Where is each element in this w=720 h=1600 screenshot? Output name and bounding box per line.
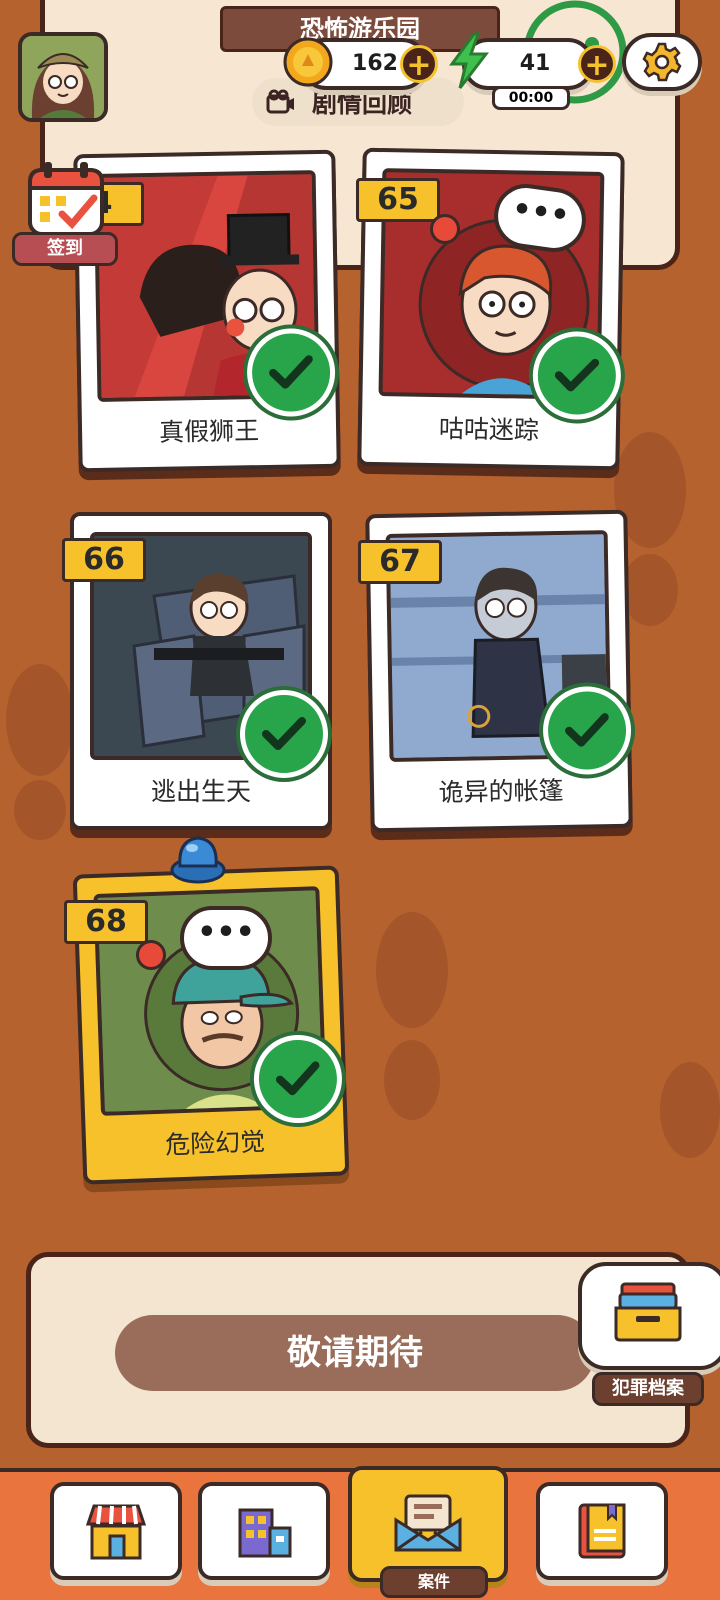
speech-bubble-text: ••• [509,191,572,234]
crime-archive-button[interactable] [578,1262,720,1370]
add-coins-button[interactable]: + [400,45,438,83]
avatar-girl-icon [22,36,104,118]
coin-value: 162 [352,51,398,76]
case-number-badge: 67 [358,540,442,584]
nav-city-button[interactable] [198,1482,330,1580]
completed-check-icon [532,330,622,421]
energy-timer: 00:00 [492,86,570,110]
camera-icon [266,89,294,114]
speech-bubble-text: ••• [197,915,255,950]
case-mail-icon [394,1494,462,1552]
crime-archive-label: 犯罪档案 [592,1372,704,1406]
case-number-badge: 68 [64,900,148,944]
case-title: 诡异的帐篷 [438,775,564,808]
footprint-decor [376,912,448,1120]
lightning-icon [449,32,490,89]
completed-check-icon [246,327,336,418]
pushpin-icon [170,836,226,884]
case-number: 67 [379,544,421,579]
calendar-check-icon [28,162,104,236]
case-number-badge: 66 [62,538,146,582]
nav-cases-label: 案件 [380,1566,488,1598]
book-icon [578,1503,626,1559]
completed-check-icon [252,1033,344,1125]
shop-icon [85,1504,147,1560]
case-title: 危险幻觉 [164,1127,266,1160]
case-number: 65 [377,182,419,217]
player-avatar[interactable] [18,32,108,122]
city-icon [238,1508,292,1558]
case-number: 68 [85,904,127,939]
gear-icon [642,42,682,82]
case-number-badge: 65 [356,178,440,222]
speech-bubble-icon: ••• [180,906,272,970]
notification-dot [136,940,166,970]
notification-dot [430,214,460,244]
case-number: 66 [83,542,125,577]
settings-button[interactable] [622,33,702,91]
nav-cases-button[interactable] [348,1466,508,1582]
completed-check-icon [240,690,328,778]
nav-shop-button[interactable] [50,1482,182,1580]
coin-icon [283,37,333,87]
checkin-label: 签到 [12,232,118,266]
footprint-decor [660,1062,720,1158]
nav-book-button[interactable] [536,1482,668,1580]
daily-checkin-button[interactable]: 签到 [12,160,118,270]
coming-soon-text: 敬请期待 [115,1315,595,1391]
completed-check-icon [542,685,632,776]
file-tray-icon [614,1282,682,1342]
add-energy-button[interactable]: + [578,45,616,83]
energy-value: 41 [519,51,551,76]
energy-timer-text: 00:00 [508,90,554,106]
